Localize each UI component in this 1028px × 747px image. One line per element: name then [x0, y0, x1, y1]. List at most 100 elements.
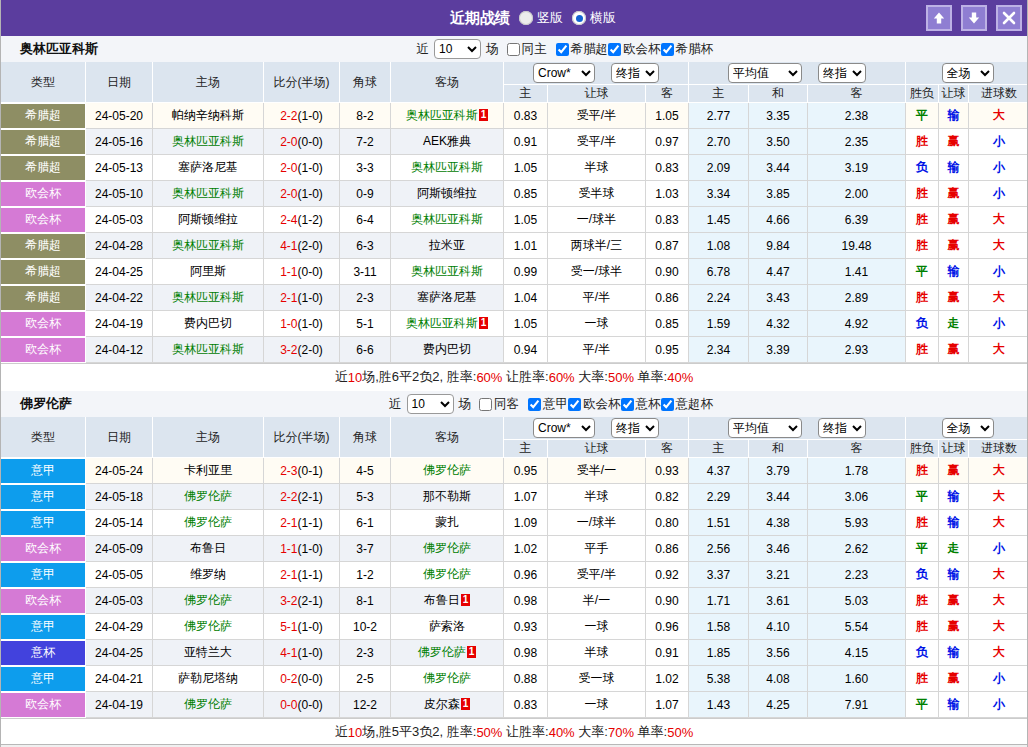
result-outcome: 负 [906, 562, 939, 588]
average-stage-select[interactable]: 终指 [818, 63, 866, 83]
odds-company-select[interactable]: Crow* [533, 63, 595, 83]
away-team: 奥林匹亚科斯1 [391, 103, 504, 129]
league-checkbox-1[interactable] [608, 43, 621, 56]
match-row: 希腊超24-05-20帕纳辛纳科斯2-2(1-0)8-2奥林匹亚科斯10.83受… [1, 103, 1028, 129]
average-stage-select[interactable]: 终指 [818, 418, 866, 438]
league-type-badge: 意甲 [1, 484, 86, 510]
average-select[interactable]: 平均值 [728, 63, 802, 83]
recent-count-select[interactable]: 10 [434, 39, 481, 59]
corners: 6-3 [340, 233, 391, 259]
column-header: 角球 [340, 62, 391, 103]
summary-row: 近10场,胜5平3负2, 胜率:50% 让胜率:40% 大率:70% 单率:50… [1, 718, 1027, 746]
league-label: 希腊杯 [676, 41, 714, 58]
match-row: 希腊超24-05-13塞萨洛尼基2-0(1-0)3-3奥林匹亚科斯1.05半球0… [1, 155, 1028, 181]
corners: 4-5 [340, 458, 391, 484]
up-arrow-icon [932, 11, 946, 25]
away-team: 佛罗伦萨 [391, 536, 504, 562]
league-checkbox-1[interactable] [568, 398, 581, 411]
move-up-button[interactable] [926, 5, 952, 31]
home-team: 奥林匹亚科斯 [153, 285, 264, 311]
league-type-badge: 希腊超 [1, 259, 86, 285]
same-venue-label: 同客 [494, 396, 519, 413]
handicap: 平手 [548, 536, 646, 562]
match-row: 欧会杯24-05-03阿斯顿维拉2-4(1-2)6-4奥林匹亚科斯1.05一/球… [1, 207, 1028, 233]
result-handicap: 赢 [939, 458, 969, 484]
avg-draw: 4.10 [749, 614, 808, 640]
league-type-badge: 欧会杯 [1, 692, 86, 718]
score: 2-3(0-1) [264, 458, 340, 484]
odds-home: 0.98 [504, 640, 548, 666]
away-team: 佛罗伦萨1 [391, 640, 504, 666]
handicap: 受半球 [548, 181, 646, 207]
average-select[interactable]: 平均值 [728, 418, 802, 438]
league-checkbox-0[interactable] [528, 398, 541, 411]
radio-unselected-icon [519, 11, 533, 25]
avg-home: 5.38 [689, 666, 749, 692]
league-filter: 意杯 [621, 396, 661, 413]
league-type-badge: 欧会杯 [1, 588, 86, 614]
avg-home: 1.85 [689, 640, 749, 666]
league-type-badge: 意杯 [1, 640, 86, 666]
league-checkbox-0[interactable] [556, 43, 569, 56]
match-row: 希腊超24-04-25阿里斯1-1(0-0)3-11奥林匹亚科斯0.99受一/球… [1, 259, 1028, 285]
match-row: 意甲24-05-05维罗纳2-1(1-1)1-2佛罗伦萨0.96受平/半0.92… [1, 562, 1028, 588]
match-row: 意甲24-04-29佛罗伦萨5-1(1-0)10-2萨索洛0.93一球0.961… [1, 614, 1028, 640]
recent-count-select[interactable]: 10 [407, 394, 454, 414]
column-header: 日期 [86, 62, 153, 103]
odds-stage-select[interactable]: 终指 [611, 63, 659, 83]
odds-away: 0.83 [646, 207, 689, 233]
same-venue-checkbox[interactable] [507, 43, 520, 56]
avg-away: 19.48 [808, 233, 906, 259]
summary-part: 50% [667, 725, 693, 740]
odds-away: 0.85 [646, 311, 689, 337]
league-label: 意杯 [636, 396, 661, 413]
league-checkbox-2[interactable] [661, 43, 674, 56]
column-header: 客 [646, 440, 689, 458]
away-team: 布鲁日1 [391, 588, 504, 614]
league-type-badge: 希腊超 [1, 129, 86, 155]
avg-away: 2.35 [808, 129, 906, 155]
match-row: 意杯24-04-25亚特兰大4-1(1-0)2-3佛罗伦萨10.98半球0.91… [1, 640, 1028, 666]
match-date: 24-04-19 [86, 692, 153, 718]
avg-home: 2.09 [689, 155, 749, 181]
league-checkbox-3[interactable] [661, 398, 674, 411]
layout-radio-vertical[interactable]: 竖版 [519, 9, 563, 27]
scope-select[interactable]: 全场 [942, 418, 994, 438]
odds-home: 0.95 [504, 458, 548, 484]
home-team: 卡利亚里 [153, 458, 264, 484]
result-handicap: 赢 [939, 666, 969, 692]
home-team: 阿里斯 [153, 259, 264, 285]
match-date: 24-05-20 [86, 103, 153, 129]
league-type-badge: 意甲 [1, 614, 86, 640]
handicap: 平/半 [548, 337, 646, 363]
away-team: 塞萨洛尼基 [391, 285, 504, 311]
radio-selected-icon [572, 11, 586, 25]
result-handicap: 输 [939, 155, 969, 181]
away-team: 奥林匹亚科斯 [391, 207, 504, 233]
avg-away: 6.39 [808, 207, 906, 233]
away-team: 那不勒斯 [391, 484, 504, 510]
league-filter: 希腊杯 [661, 41, 714, 58]
move-down-button[interactable] [961, 5, 987, 31]
same-venue-filter: 同主 [507, 41, 547, 58]
result-outcome: 胜 [906, 510, 939, 536]
same-venue-checkbox[interactable] [479, 398, 492, 411]
avg-home: 2.56 [689, 536, 749, 562]
odds-away: 0.87 [646, 233, 689, 259]
avg-draw: 4.38 [749, 510, 808, 536]
result-goals: 小 [969, 155, 1028, 181]
league-type-badge: 欧会杯 [1, 337, 86, 363]
result-goals: 小 [969, 311, 1028, 337]
league-type-badge: 意甲 [1, 562, 86, 588]
odds-company-select[interactable]: Crow* [533, 418, 595, 438]
home-team: 阿斯顿维拉 [153, 207, 264, 233]
scope-select[interactable]: 全场 [942, 63, 994, 83]
close-button[interactable] [996, 5, 1022, 31]
league-checkbox-2[interactable] [621, 398, 634, 411]
column-header: 让球 [548, 85, 646, 103]
odds-stage-select[interactable]: 终指 [611, 418, 659, 438]
close-icon [1002, 11, 1016, 25]
corners: 6-1 [340, 510, 391, 536]
layout-radio-horizontal[interactable]: 横版 [572, 9, 616, 27]
summary-part: 50% [476, 725, 502, 740]
